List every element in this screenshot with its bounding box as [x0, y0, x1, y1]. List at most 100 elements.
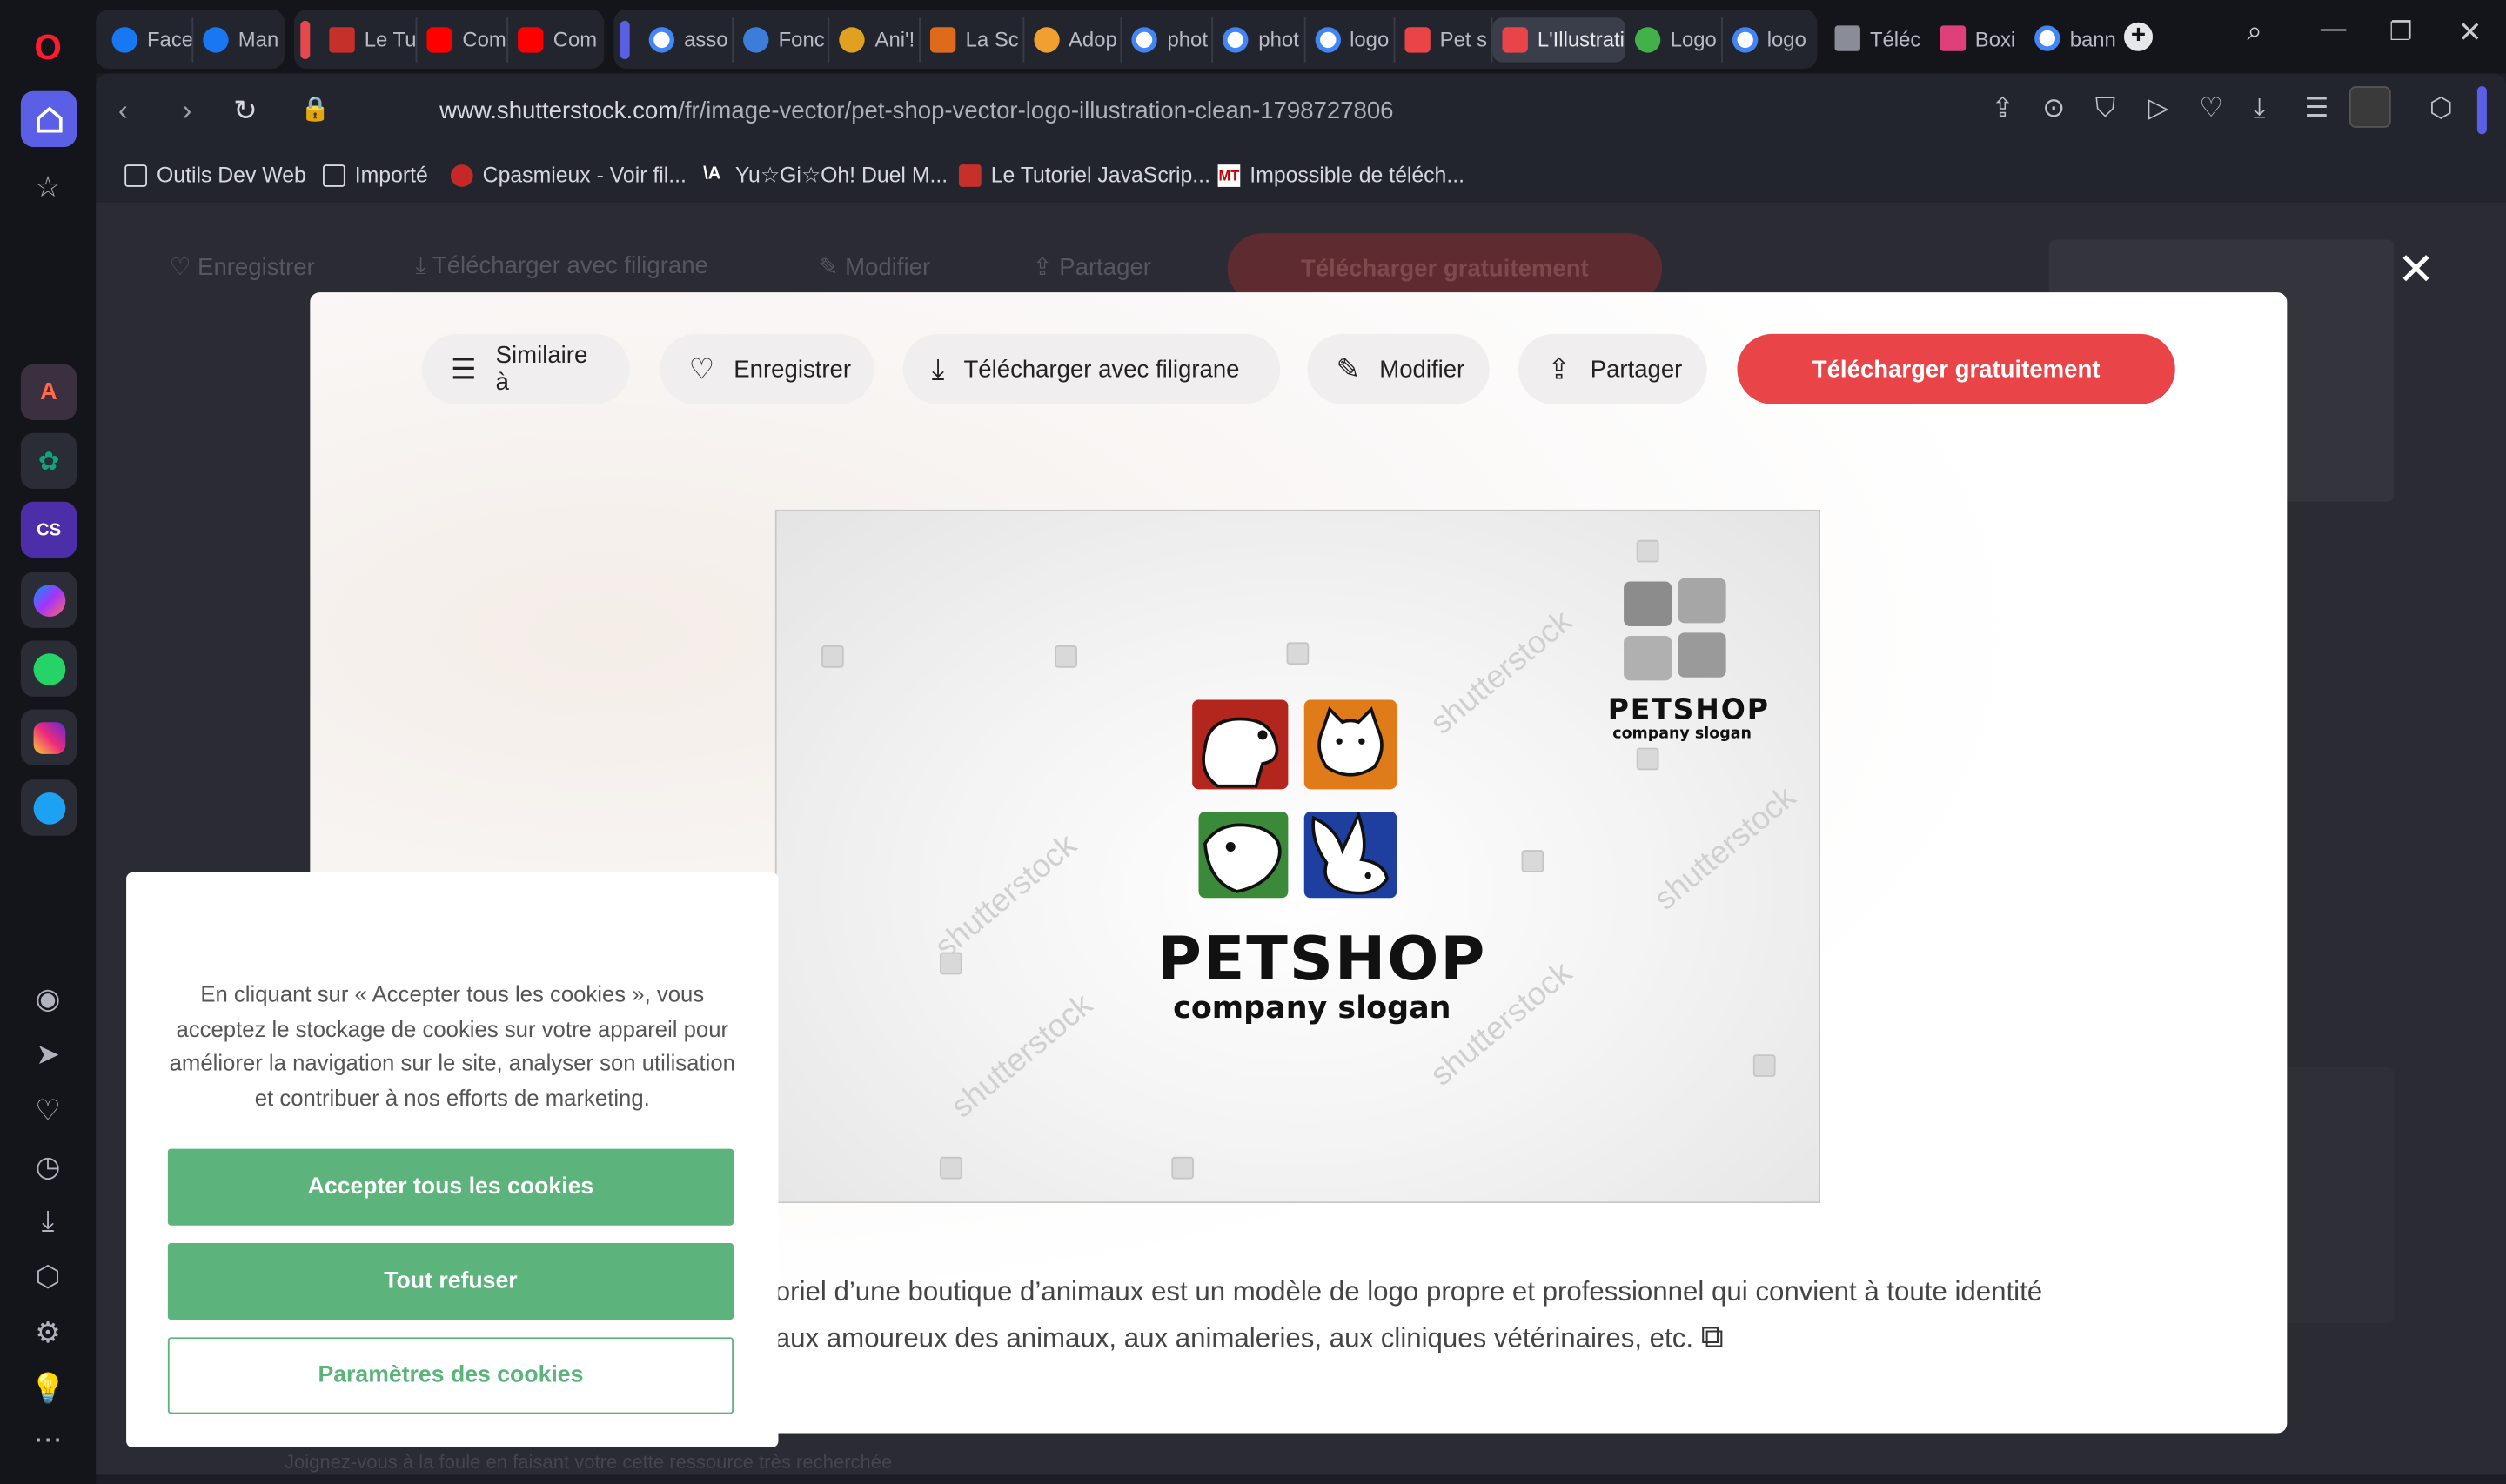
tab-la-sc[interactable]: La Sc — [921, 17, 1024, 62]
bookmark-impossible[interactable]: MT Impossible de téléch... — [1217, 163, 1464, 187]
tab-label: Logo — [1670, 27, 1717, 51]
tab-telec[interactable]: Téléc — [1826, 16, 1931, 60]
easy-setup-icon[interactable]: ☰ — [2305, 93, 2329, 125]
download-watermark-button[interactable]: ⤓ Télécharger avec filigrane — [902, 333, 1281, 404]
cs-app-icon[interactable]: CS — [20, 501, 77, 558]
similar-button[interactable]: ☰ Similaire à — [421, 333, 630, 404]
tab-label: Fonc — [778, 27, 825, 51]
back-icon[interactable]: ‹ — [118, 94, 128, 128]
tabs-ungrouped: Téléc Boxi bann — [1826, 16, 2126, 60]
save-button[interactable]: ♡ Enregistrer — [660, 333, 874, 404]
label: Partager — [1059, 254, 1151, 282]
opera-sidebar: ☆ A ✿ CS ◉ ➤ ♡ ◷ ⤓ ⬡ ⚙ 💡 ⋯ — [0, 73, 97, 1484]
tab-label: Man — [238, 27, 278, 51]
camera-icon[interactable]: ⊙ — [2042, 93, 2065, 125]
tab-google-5[interactable]: logo — [1722, 17, 1811, 61]
share-button[interactable]: ⇪ Partager — [1518, 333, 1707, 404]
bookmark-yugioh[interactable]: \A Yu☆Gi☆Oh! Duel M... — [703, 163, 948, 188]
tab-facebook[interactable]: Face — [103, 17, 194, 62]
tips-icon[interactable]: 💡 — [30, 1371, 66, 1406]
watermark-text: shutterstock — [1424, 604, 1579, 742]
close-window-icon[interactable]: ✕ — [2458, 16, 2483, 50]
tab-logo-a[interactable]: Logo — [1625, 17, 1723, 62]
bookmarks-bar: Outils Dev Web Importé Cpasmieux - Voir … — [96, 146, 2506, 205]
accept-all-cookies-button[interactable]: Accepter tous les cookies — [167, 1148, 734, 1226]
edit-button[interactable]: ✎ Modifier — [1307, 333, 1490, 404]
restore-icon[interactable]: ❐ — [2389, 16, 2412, 48]
aria-icon[interactable]: A — [20, 364, 77, 421]
tab-label: Com — [553, 27, 598, 51]
url-field[interactable]: www.shutterstock.com/fr/image-vector/pet… — [439, 97, 1393, 124]
tab-boxi[interactable]: Boxi — [1930, 16, 2025, 60]
heart-icon[interactable]: ♡ — [30, 1093, 65, 1127]
tab-adop[interactable]: Adop — [1024, 17, 1123, 62]
tab-shutterstock-1[interactable]: Pet s — [1395, 17, 1493, 62]
history-icon[interactable]: ◷ — [30, 1149, 65, 1184]
tab-ani[interactable]: Ani'! — [830, 17, 921, 62]
tab-google-1[interactable]: asso — [640, 17, 734, 62]
preview-image[interactable]: shutterstock shutterstock shutterstock s… — [774, 509, 1821, 1204]
more-icon[interactable]: ⋯ — [30, 1422, 65, 1457]
tab-shutterstock-active[interactable]: L'Illustrati — [1492, 17, 1626, 62]
small-cat-tile — [1678, 578, 1726, 624]
share-page-icon[interactable]: ⇪ — [1992, 93, 2014, 125]
download-icon: ⤓ — [931, 351, 945, 384]
tab-label: Téléc — [1869, 26, 1921, 50]
bookmark-cpasmieux[interactable]: Cpasmieux - Voir fil... — [450, 163, 687, 187]
download-free-button[interactable]: Télécharger gratuitement — [1737, 333, 2175, 404]
paw-icon — [743, 26, 769, 52]
tab-youtube-2[interactable]: Com — [508, 17, 598, 61]
tab-youtube-1[interactable]: Com — [418, 17, 509, 62]
tab-bann[interactable]: bann — [2025, 16, 2126, 60]
cube-icon[interactable]: ⬡ — [2429, 93, 2453, 125]
tab-label: Boxi — [1974, 26, 2016, 50]
extensions-icon[interactable]: ⬡ — [30, 1259, 65, 1293]
flow-icon[interactable]: ▷ — [2148, 93, 2169, 125]
label: Paramètres des cookies — [318, 1362, 584, 1389]
bookmark-folder-devweb[interactable]: Outils Dev Web — [124, 163, 306, 187]
profile-avatar[interactable] — [2349, 86, 2391, 128]
new-tab-plus-icon[interactable]: + — [2123, 22, 2154, 51]
messenger-icon[interactable] — [20, 572, 77, 628]
downloads-icon[interactable]: ⤓ — [30, 1203, 65, 1238]
label: Enregistrer — [198, 254, 315, 282]
tab-facebook-2[interactable]: Man — [193, 17, 278, 61]
tutoriel-icon — [959, 164, 982, 186]
shield-icon[interactable]: ⛉ — [2095, 93, 2115, 125]
tab-google-3[interactable]: phot — [1214, 17, 1305, 62]
star-icon[interactable]: ☆ — [30, 170, 65, 204]
watermark-mark — [1171, 1156, 1195, 1180]
player-icon[interactable]: ◉ — [30, 981, 65, 1016]
reject-all-cookies-button[interactable]: Tout refuser — [167, 1242, 734, 1320]
forward-icon[interactable]: › — [182, 94, 191, 128]
download-icon[interactable]: ⤓ — [2254, 93, 2266, 125]
home-icon[interactable] — [20, 90, 77, 147]
cookie-settings-button[interactable]: Paramètres des cookies — [167, 1337, 734, 1414]
site-icon — [930, 26, 956, 52]
copy-icon[interactable]: ⧉ — [1701, 1320, 1724, 1354]
favorite-icon[interactable]: ♡ — [2199, 93, 2223, 125]
tutoriel-icon — [329, 26, 355, 52]
send-icon[interactable]: ➤ — [30, 1037, 65, 1072]
whatsapp-icon[interactable] — [20, 640, 77, 697]
tab-label: Pet s — [1439, 27, 1488, 51]
label: Télécharger gratuitement — [1812, 355, 2101, 383]
tab-google-4[interactable]: logo — [1305, 17, 1396, 62]
tab-label: Le Tu — [364, 27, 417, 51]
bookmark-js-tutoriel[interactable]: Le Tutoriel JavaScrip... — [959, 163, 1210, 187]
instagram-icon[interactable] — [20, 709, 77, 765]
minimize-icon[interactable]: — — [2321, 16, 2346, 44]
reload-icon[interactable]: ↻ — [233, 94, 258, 128]
bookmark-folder-importe[interactable]: Importé — [323, 163, 428, 187]
opera-logo-icon[interactable]: O — [29, 28, 67, 67]
chatgpt-icon[interactable]: ✿ — [20, 432, 77, 490]
close-modal-icon[interactable]: ✕ — [2397, 243, 2435, 296]
search-tabs-icon[interactable]: ⌕ — [2247, 16, 2262, 48]
tab-tutoriel[interactable]: Le Tu — [319, 17, 418, 62]
label: Similaire à — [495, 342, 588, 397]
tab-fonc[interactable]: Fonc — [734, 17, 831, 62]
tab-google-2[interactable]: phot — [1122, 17, 1214, 62]
settings-icon[interactable]: ⚙ — [30, 1315, 65, 1350]
twitter-icon[interactable] — [20, 779, 77, 836]
tab-label: logo — [1350, 27, 1390, 51]
